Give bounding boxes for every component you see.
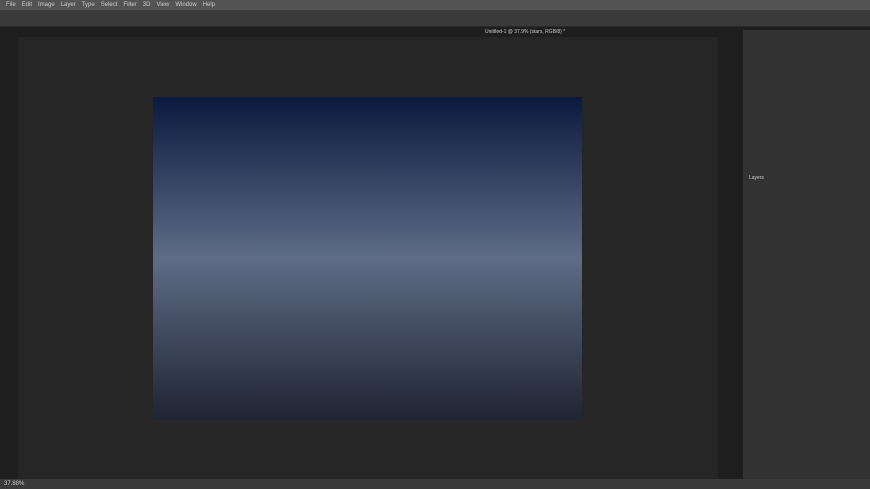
menu-help[interactable]: Help <box>203 2 215 8</box>
menu-layer[interactable]: Layer <box>61 2 76 8</box>
canvas-image[interactable] <box>153 97 582 420</box>
status-bar: 37.88% <box>0 479 870 489</box>
menu-image[interactable]: Image <box>38 2 55 8</box>
menu-filter[interactable]: Filter <box>123 2 136 8</box>
right-panel: Layers <box>743 30 870 489</box>
menu-type[interactable]: Type <box>82 2 95 8</box>
menu-view[interactable]: View <box>156 2 169 8</box>
menu-window[interactable]: Window <box>175 2 196 8</box>
menu-bar: File Edit Image Layer Type Select Filter 3D View… <box>0 0 870 10</box>
active-document-tab[interactable]: Untitled-1 @ 37.9% (stars, RGB/8) * <box>485 29 565 35</box>
options-bar <box>0 10 870 27</box>
tab-layers[interactable]: Layers <box>749 175 764 181</box>
menu-select[interactable]: Select <box>101 2 118 8</box>
zoom-level[interactable]: 37.88% <box>4 481 24 487</box>
menu-edit[interactable]: Edit <box>22 2 32 8</box>
menu-file[interactable]: File <box>6 2 16 8</box>
menu-3d[interactable]: 3D <box>143 2 151 8</box>
